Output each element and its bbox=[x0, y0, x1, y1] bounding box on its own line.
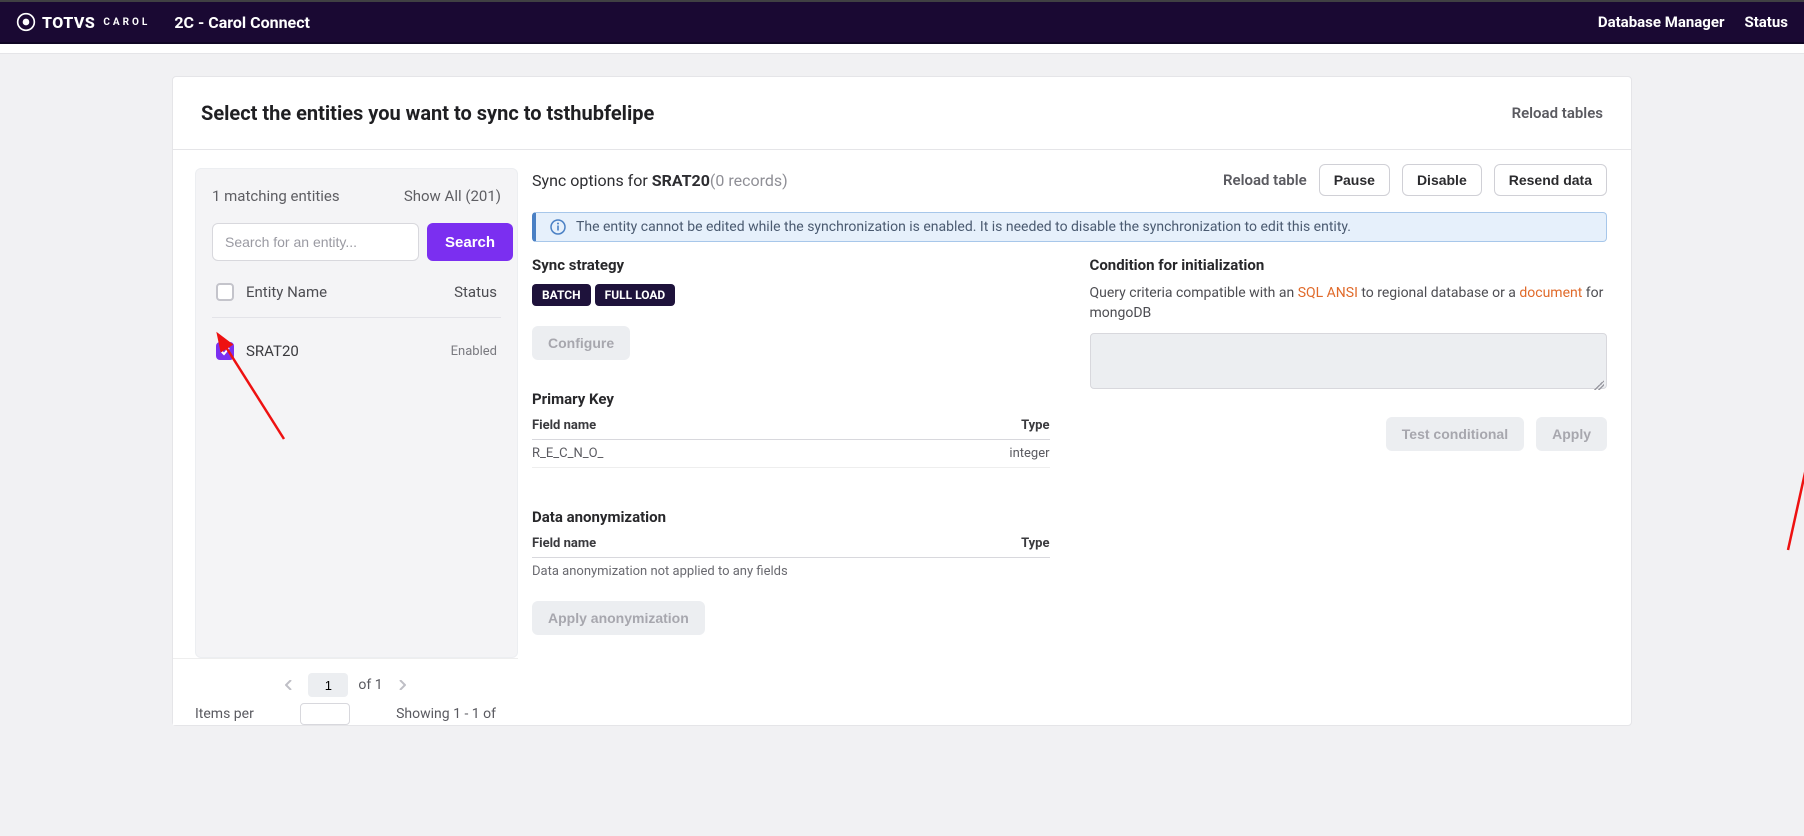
pager-prev-button[interactable] bbox=[280, 676, 298, 694]
brand-logo-icon bbox=[16, 12, 36, 32]
anon-heading: Data anonymization bbox=[532, 508, 1050, 526]
col-status: Status bbox=[454, 283, 497, 301]
condition-textarea[interactable] bbox=[1090, 333, 1608, 389]
tag-full-load: FULL LOAD bbox=[595, 284, 676, 306]
sync-strategy-heading: Sync strategy bbox=[532, 256, 1050, 274]
tag-batch: BATCH bbox=[532, 284, 591, 306]
search-input[interactable] bbox=[212, 223, 419, 261]
pager: of 1 Items per Showing 1 - 1 of bbox=[173, 658, 518, 725]
col-entity-name: Entity Name bbox=[246, 283, 327, 301]
pk-col-type: Type bbox=[1021, 418, 1049, 433]
condition-description: Query criteria compatible with an SQL AN… bbox=[1090, 284, 1608, 323]
entity-name: SRAT20 bbox=[246, 342, 299, 360]
reload-tables-link[interactable]: Reload tables bbox=[1512, 104, 1603, 122]
document-link[interactable]: document bbox=[1519, 285, 1582, 301]
info-alert: The entity cannot be edited while the sy… bbox=[532, 212, 1607, 242]
reload-table-link[interactable]: Reload table bbox=[1223, 171, 1307, 189]
brand-main: TOTVS bbox=[42, 13, 95, 32]
nav-database-manager[interactable]: Database Manager bbox=[1598, 13, 1725, 31]
sql-ansi-link[interactable]: SQL ANSI bbox=[1298, 285, 1358, 301]
pause-button[interactable]: Pause bbox=[1319, 164, 1390, 196]
brand[interactable]: TOTVS CAROL bbox=[16, 12, 150, 32]
apply-anonymization-button: Apply anonymization bbox=[532, 601, 705, 635]
page-card: Select the entities you want to sync to … bbox=[172, 76, 1632, 726]
search-button[interactable]: Search bbox=[427, 223, 513, 261]
page-title: Select the entities you want to sync to … bbox=[201, 101, 654, 125]
anon-empty-msg: Data anonymization not applied to any fi… bbox=[532, 558, 1050, 579]
resend-data-button[interactable]: Resend data bbox=[1494, 164, 1607, 196]
items-per-input[interactable] bbox=[300, 703, 350, 725]
primary-key-heading: Primary Key bbox=[532, 390, 1050, 408]
entity-row[interactable]: SRAT20 Enabled bbox=[212, 318, 501, 370]
pager-next-button[interactable] bbox=[393, 676, 411, 694]
pager-page-input[interactable] bbox=[308, 673, 348, 697]
configure-button: Configure bbox=[532, 326, 630, 360]
sync-title: Sync options for SRAT20(0 records) bbox=[532, 171, 788, 190]
entity-status: Enabled bbox=[451, 344, 497, 359]
topbar: TOTVS CAROL 2C - Carol Connect Database … bbox=[0, 0, 1804, 44]
anon-col-type: Type bbox=[1021, 536, 1049, 551]
chevron-left-icon bbox=[285, 680, 293, 690]
matching-count: 1 matching entities bbox=[212, 187, 340, 205]
entity-table-header: Entity Name Status bbox=[212, 283, 501, 318]
main-panel: Sync options for SRAT20(0 records) Reloa… bbox=[518, 150, 1631, 725]
pk-field-type: integer bbox=[1009, 446, 1049, 461]
disable-button[interactable]: Disable bbox=[1402, 164, 1482, 196]
showing-label: Showing 1 - 1 of bbox=[396, 706, 496, 722]
pk-col-field: Field name bbox=[532, 418, 596, 433]
nav-status[interactable]: Status bbox=[1744, 13, 1788, 31]
condition-heading: Condition for initialization bbox=[1090, 256, 1608, 274]
apply-condition-button: Apply bbox=[1536, 417, 1607, 451]
app-title: 2C - Carol Connect bbox=[174, 13, 310, 32]
sidebar-panel: 1 matching entities Show All (201) Searc… bbox=[195, 168, 518, 658]
brand-sub: CAROL bbox=[103, 17, 150, 28]
alert-text: The entity cannot be edited while the sy… bbox=[576, 219, 1351, 235]
info-icon bbox=[550, 219, 566, 235]
anon-col-field: Field name bbox=[532, 536, 596, 551]
entity-checkbox[interactable] bbox=[216, 342, 234, 360]
pk-row: R_E_C_N_O_ integer bbox=[532, 440, 1050, 468]
select-all-checkbox[interactable] bbox=[216, 283, 234, 301]
show-all-link[interactable]: Show All (201) bbox=[404, 187, 501, 205]
pk-field-name: R_E_C_N_O_ bbox=[532, 446, 603, 461]
chevron-right-icon bbox=[398, 680, 406, 690]
check-icon bbox=[219, 345, 231, 357]
pager-of: of 1 bbox=[358, 677, 382, 693]
items-per-label: Items per bbox=[195, 706, 254, 722]
test-conditional-button: Test conditional bbox=[1386, 417, 1524, 451]
sidebar: 1 matching entities Show All (201) Searc… bbox=[173, 150, 518, 725]
header-strip bbox=[0, 44, 1804, 54]
